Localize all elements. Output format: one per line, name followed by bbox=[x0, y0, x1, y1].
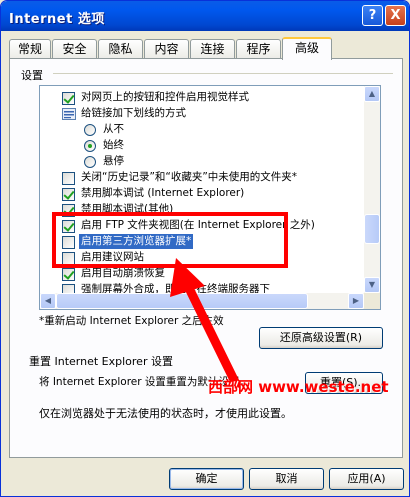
scroll-right-button[interactable]: ▶ bbox=[348, 293, 364, 309]
settings-item-label: 始终 bbox=[103, 139, 124, 151]
horizontal-scroll-thumb[interactable] bbox=[56, 293, 308, 309]
settings-item-label: 禁用脚本调试 (Internet Explorer) bbox=[81, 187, 245, 199]
ok-button[interactable]: 确定 bbox=[169, 468, 244, 490]
settings-group-label: 设置 bbox=[21, 69, 43, 82]
tab-advanced[interactable]: 高级 bbox=[282, 37, 332, 60]
settings-item[interactable]: 始终 bbox=[40, 138, 364, 154]
vertical-scroll-thumb[interactable] bbox=[364, 214, 380, 244]
group-divider bbox=[53, 73, 393, 74]
tab-general[interactable]: 常规 bbox=[9, 39, 51, 59]
settings-item[interactable]: 禁用脚本调试 (Internet Explorer) bbox=[40, 186, 364, 202]
close-button[interactable]: X bbox=[385, 5, 406, 26]
apply-button[interactable]: 应用(A) bbox=[329, 468, 404, 490]
settings-radio[interactable] bbox=[84, 156, 96, 168]
reset-note: 仅在浏览器处于无法使用的状态时，才使用此设置。 bbox=[39, 407, 292, 420]
settings-item-label: 关闭“历史记录”和“收藏夹”中未使用的文件夹* bbox=[81, 171, 298, 183]
settings-item[interactable]: 给链接加下划线的方式 bbox=[40, 106, 364, 122]
tab-security[interactable]: 安全 bbox=[52, 39, 97, 59]
settings-item-label: 从不 bbox=[103, 123, 124, 135]
settings-checkbox[interactable] bbox=[62, 172, 75, 185]
help-button[interactable]: ? bbox=[362, 5, 383, 26]
settings-item[interactable]: 关闭“历史记录”和“收藏夹”中未使用的文件夹* bbox=[40, 170, 364, 186]
watermark-text: 西部网 www.weste.net bbox=[208, 378, 389, 396]
settings-radio[interactable] bbox=[84, 140, 96, 152]
link-settings-icon bbox=[62, 108, 76, 120]
scroll-up-button[interactable]: ▲ bbox=[364, 86, 380, 102]
settings-checkbox[interactable] bbox=[62, 284, 75, 293]
settings-item[interactable]: 从不 bbox=[40, 122, 364, 138]
settings-radio[interactable] bbox=[84, 124, 96, 136]
restore-advanced-settings-button[interactable]: 还原高级设置(R) bbox=[259, 327, 383, 349]
settings-item[interactable]: 启用自动崩溃恢复 bbox=[40, 266, 364, 282]
horizontal-scrollbar[interactable]: ◀ ▶ bbox=[40, 293, 364, 309]
vertical-scrollbar[interactable]: ▲ ▼ bbox=[364, 86, 380, 293]
settings-checkbox[interactable] bbox=[62, 92, 75, 105]
settings-list[interactable]: 对网页上的按钮和控件启用视觉样式 给链接加下划线的方式从不始终悬停关闭“历史记录”… bbox=[39, 85, 381, 310]
scrollbar-corner bbox=[364, 293, 380, 309]
scroll-down-button[interactable]: ▼ bbox=[364, 277, 380, 293]
tab-privacy[interactable]: 隐私 bbox=[98, 39, 143, 59]
settings-item[interactable]: 强制屏幕外合成，即便是在终端服务器下 bbox=[40, 282, 364, 293]
tab-programs[interactable]: 程序 bbox=[236, 39, 281, 59]
settings-item-label: 强制屏幕外合成，即便是在终端服务器下 bbox=[81, 283, 270, 293]
settings-item[interactable]: 悬停 bbox=[40, 154, 364, 170]
title-bar[interactable]: Internet 选项 ? X bbox=[1, 1, 409, 31]
cancel-button[interactable]: 取消 bbox=[249, 468, 324, 490]
restart-note: *重新启动 Internet Explorer 之后生效 bbox=[39, 315, 224, 327]
highlight-annotation-box bbox=[52, 212, 288, 268]
tab-content[interactable]: 内容 bbox=[144, 39, 189, 59]
scroll-left-button[interactable]: ◀ bbox=[40, 293, 56, 309]
settings-checkbox[interactable] bbox=[62, 188, 75, 201]
settings-item-label: 给链接加下划线的方式 bbox=[81, 107, 186, 119]
reset-section-title: 重置 Internet Explorer 设置 bbox=[29, 355, 173, 368]
settings-checkbox[interactable] bbox=[62, 268, 75, 281]
settings-item-label: 悬停 bbox=[103, 155, 124, 167]
tab-strip: 常规 安全 隐私 内容 连接 程序 高级 bbox=[9, 37, 403, 60]
window-title: Internet 选项 bbox=[9, 12, 105, 27]
tab-connections[interactable]: 连接 bbox=[190, 39, 235, 59]
settings-item-label: 启用自动崩溃恢复 bbox=[81, 267, 165, 279]
settings-item[interactable]: 对网页上的按钮和控件启用视觉样式 bbox=[40, 90, 364, 106]
settings-item-label: 对网页上的按钮和控件启用视觉样式 bbox=[81, 91, 249, 103]
